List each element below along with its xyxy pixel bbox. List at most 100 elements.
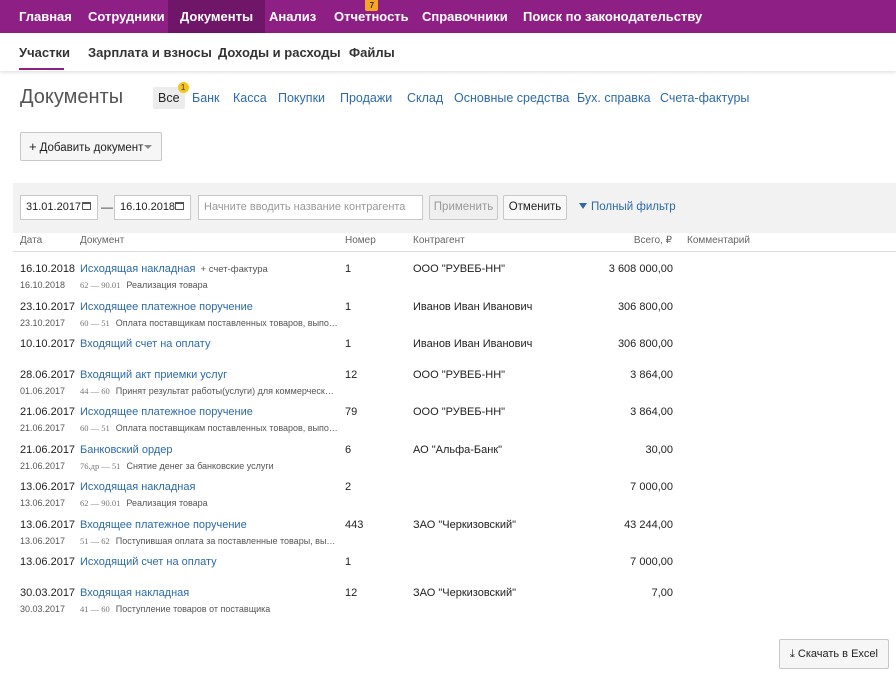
document-link[interactable]: Исходящее платежное поручение	[80, 406, 253, 418]
tab-bank[interactable]: Банк	[192, 91, 220, 105]
nav-item-main[interactable]: Главная	[19, 0, 72, 33]
tab-warehouse[interactable]: Склад	[407, 91, 443, 105]
sub-navigation: Участки Зарплата и взносы Доходы и расхо…	[0, 33, 896, 71]
tab-all[interactable]: Все 1	[153, 82, 189, 109]
subnav-item-sections[interactable]: Участки	[19, 45, 70, 60]
column-header-counterparty[interactable]: Контрагент	[413, 235, 465, 246]
document-description: 60 — 51 Оплата поставщикам поставленных т…	[80, 423, 338, 433]
account-codes: 44 — 60	[80, 386, 110, 396]
tab-fixed-assets[interactable]: Основные средства	[454, 91, 569, 105]
row-total: 3 608 000,00	[608, 263, 673, 275]
row-date: 21.06.2017	[20, 444, 76, 456]
row-date: 28.06.2017	[20, 369, 76, 381]
column-header-document[interactable]: Документ	[80, 235, 124, 246]
document-description-text: Реализация товара	[126, 498, 208, 508]
row-date-secondary: 30.03.2017	[20, 604, 66, 614]
calendar-icon	[82, 202, 91, 210]
filter-icon	[579, 203, 587, 209]
date-from-value: 31.01.2017	[26, 201, 82, 213]
nav-item-reporting[interactable]: Отчетность 7	[334, 0, 409, 33]
row-number: 79	[345, 406, 358, 418]
row-counterparty: ООО "РУВЕБ-НН"	[413, 406, 506, 418]
document-link[interactable]: Входящая накладная	[80, 587, 189, 599]
row-counterparty: ООО "РУВЕБ-НН"	[413, 369, 506, 381]
document-description: 76.др — 51 Снятие денег за банковские усл…	[80, 461, 338, 471]
document-link[interactable]: Исходящее платежное поручение	[80, 301, 253, 313]
date-to-field[interactable]: 16.10.2018	[114, 195, 191, 220]
row-number: 443	[345, 519, 364, 531]
header-divider	[13, 251, 896, 252]
nav-item-directories[interactable]: Справочники	[422, 0, 508, 33]
document-link-label: Исходящая накладная	[80, 263, 196, 275]
nav-item-documents[interactable]: Документы	[168, 0, 266, 33]
column-header-comment[interactable]: Комментарий	[687, 235, 750, 246]
account-codes: 60 — 51	[80, 318, 110, 328]
document-description-text: Принят результат работы(услуги) для комм…	[115, 386, 338, 396]
document-description: 44 — 60 Принят результат работы(услуги) д…	[80, 386, 338, 396]
row-counterparty: ЗАО "Черкизовский"	[413, 519, 517, 531]
row-total: 7,00	[651, 587, 673, 599]
document-description: 51 — 62 Поступившая оплата за поставленны…	[80, 536, 338, 546]
download-excel-label: Скачать в Excel	[797, 648, 878, 660]
document-extra-note: + счет-фактура	[200, 264, 268, 275]
apply-button[interactable]: Применить	[429, 195, 498, 220]
date-from-field[interactable]: 31.01.2017	[20, 195, 98, 220]
counterparty-search-input[interactable]: Начните вводить название контрагента	[198, 195, 423, 220]
full-filter-link[interactable]: Полный фильтр	[579, 201, 676, 213]
row-date-secondary: 01.06.2017	[20, 386, 66, 396]
tab-purchases[interactable]: Покупки	[278, 91, 325, 105]
nav-item-employees[interactable]: Сотрудники	[88, 0, 165, 33]
document-link[interactable]: Входящий акт приемки услуг	[80, 369, 227, 381]
account-codes: 62 — 90.01	[80, 280, 121, 290]
add-document-button[interactable]: + Добавить документ	[20, 132, 162, 161]
row-total: 306 800,00	[617, 338, 673, 350]
column-header-date[interactable]: Дата	[20, 235, 42, 246]
document-link[interactable]: Исходящий счет на оплату	[80, 556, 217, 568]
row-date: 21.06.2017	[20, 406, 76, 418]
row-number: 6	[345, 444, 352, 456]
tab-all-badge: 1	[177, 82, 189, 93]
row-date: 30.03.2017	[20, 587, 76, 599]
chevron-down-icon	[144, 145, 152, 149]
subnav-item-salary[interactable]: Зарплата и взносы	[88, 45, 212, 60]
document-link[interactable]: Входящий счет на оплату	[80, 338, 210, 350]
tab-accounting-note[interactable]: Бух. справка	[577, 91, 651, 105]
document-link[interactable]: Исходящая накладная + счет-фактура	[80, 263, 268, 275]
plus-icon: +	[29, 139, 37, 154]
tab-invoices[interactable]: Счета-фактуры	[660, 91, 749, 105]
document-description: 41 — 60 Поступление товаров от поставщика	[80, 604, 338, 614]
nav-item-law-search[interactable]: Поиск по законодательству	[523, 0, 702, 33]
document-link[interactable]: Банковский ордер	[80, 444, 172, 456]
row-total: 7 000,00	[630, 556, 673, 568]
row-counterparty: ЗАО "Черкизовский"	[413, 587, 517, 599]
row-total: 30,00	[645, 444, 673, 456]
document-link[interactable]: Исходящая накладная	[80, 481, 195, 493]
date-to-value: 16.10.2018	[120, 201, 176, 213]
date-range-dash: —	[101, 200, 113, 214]
download-excel-button[interactable]: ⤓ Скачать в Excel	[779, 639, 889, 669]
row-date-secondary: 16.10.2018	[20, 280, 66, 290]
tab-sales[interactable]: Продажи	[340, 91, 392, 105]
nav-item-analysis[interactable]: Анализ	[269, 0, 316, 33]
column-header-total[interactable]: Всего, ₽	[560, 235, 672, 246]
document-description: 60 — 51 Оплата поставщикам поставленных т…	[80, 318, 338, 328]
full-filter-label: Полный фильтр	[591, 201, 676, 213]
document-link[interactable]: Входящее платежное поручение	[80, 519, 247, 531]
row-counterparty: ООО "РУВЕБ-НН"	[413, 263, 506, 275]
subnav-item-files[interactable]: Файлы	[349, 45, 395, 60]
row-number: 2	[345, 481, 352, 493]
cancel-button[interactable]: Отменить	[503, 195, 567, 220]
subnav-item-income-expenses[interactable]: Доходы и расходы	[218, 45, 341, 60]
row-number: 1	[345, 263, 352, 275]
reporting-count-badge: 7	[365, 0, 379, 11]
row-number: 1	[345, 338, 352, 350]
tab-cash[interactable]: Касса	[233, 91, 267, 105]
document-description-text: Оплата поставщикам поставленных товаров,…	[115, 423, 338, 433]
page-title: Документы	[20, 86, 124, 108]
download-icon: ⤓	[790, 648, 795, 660]
row-date: 16.10.2018	[20, 263, 76, 275]
row-total: 306 800,00	[617, 301, 673, 313]
row-date: 13.06.2017	[20, 556, 76, 568]
top-navigation: Главная Сотрудники Документы Анализ Отче…	[0, 0, 896, 33]
column-header-number[interactable]: Номер	[345, 235, 376, 246]
